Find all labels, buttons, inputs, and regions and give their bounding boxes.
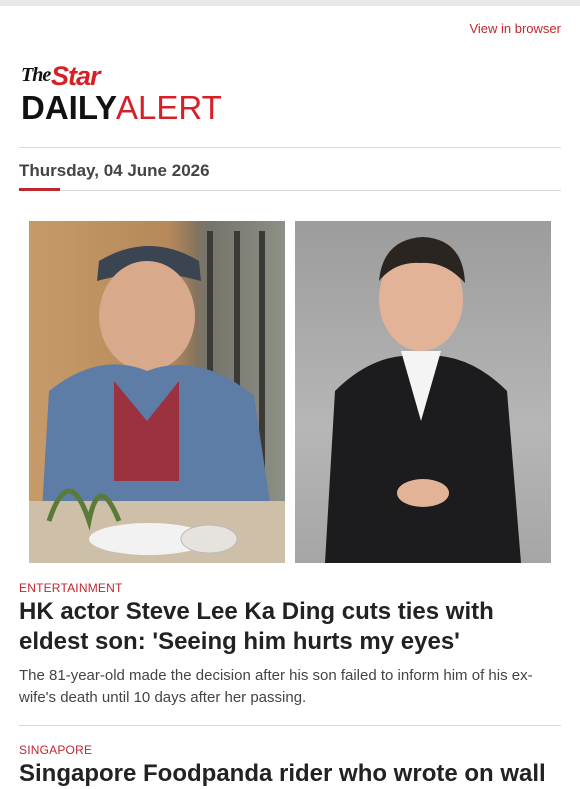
top-bar bbox=[0, 0, 580, 6]
hero-image[interactable] bbox=[29, 221, 551, 563]
view-in-browser-link[interactable]: View in browser bbox=[469, 21, 561, 36]
divider bbox=[19, 147, 561, 148]
article-summary: The 81-year-old made the decision after … bbox=[19, 667, 533, 706]
logo-daily: DAILY bbox=[21, 89, 117, 126]
logo-star: Star bbox=[51, 61, 101, 91]
the-star-daily-alert-logo[interactable]: The Star DAILY ALERT bbox=[21, 61, 241, 130]
article-category[interactable]: ENTERTAINMENT bbox=[19, 581, 123, 595]
divider bbox=[19, 190, 561, 191]
divider bbox=[19, 725, 561, 726]
logo-alert: ALERT bbox=[116, 89, 222, 126]
article-headline[interactable]: Singapore Foodpanda rider who wrote on w… bbox=[19, 759, 559, 789]
issue-date: Thursday, 04 June 2026 bbox=[19, 161, 210, 180]
photo-man-in-suit bbox=[295, 221, 551, 563]
article-headline[interactable]: HK actor Steve Lee Ka Ding cuts ties wit… bbox=[19, 597, 559, 657]
logo-the: The bbox=[21, 64, 51, 86]
article-category[interactable]: SINGAPORE bbox=[19, 743, 92, 757]
photo-elderly-man bbox=[29, 221, 285, 563]
date-accent-bar bbox=[19, 188, 60, 191]
